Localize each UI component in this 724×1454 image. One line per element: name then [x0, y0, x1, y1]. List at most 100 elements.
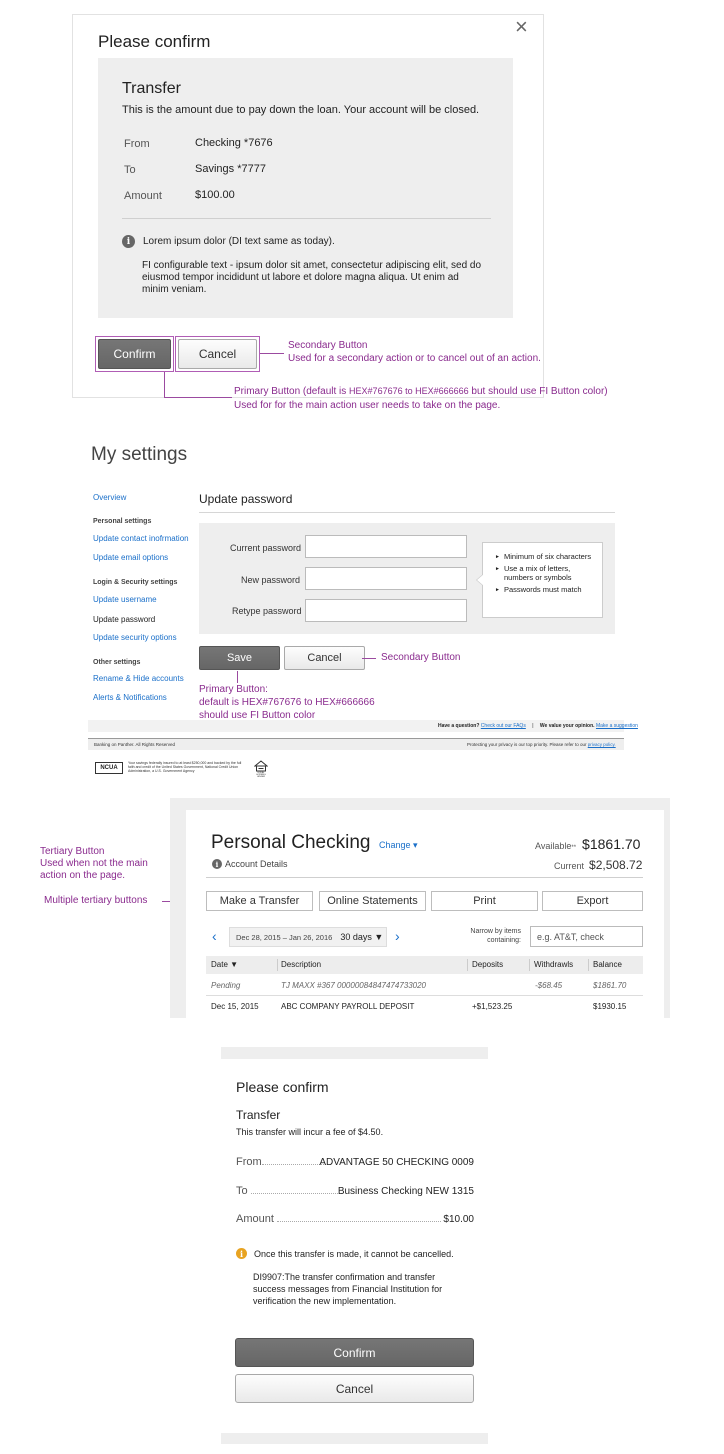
hint-text: Use a mix of letters, numbers or symbols [504, 564, 572, 582]
cancel-button-2[interactable]: Cancel [235, 1374, 474, 1403]
cancel-password-button[interactable]: Cancel [284, 646, 365, 670]
account-title-row: Personal Checking Change ▾ [211, 832, 417, 854]
section-title: Update password [199, 492, 293, 506]
change-link[interactable]: Change ▾ [379, 840, 418, 850]
privacy-text: Protecting your privacy is our top prior… [467, 742, 587, 747]
current-row: Current $2,508.72 [554, 858, 642, 872]
annot-secondary-desc: Used for a secondary action or to cancel… [288, 353, 541, 364]
annot-primary-a: Primary Button (default is [234, 386, 350, 397]
notice-row: i Lorem ipsum dolor (DI text same as tod… [122, 235, 335, 248]
current-password-input[interactable] [305, 535, 467, 558]
export-button[interactable]: Export [542, 891, 643, 911]
col-balance[interactable]: Balance [593, 960, 622, 969]
notice-row-2: i Once this transfer is made, it cannot … [236, 1248, 454, 1259]
table-row[interactable] [206, 997, 643, 1017]
make-transfer-button[interactable]: Make a Transfer [206, 891, 313, 911]
narrow-search-input[interactable]: e.g. AT&T, check [530, 926, 643, 947]
to-label: To [124, 164, 136, 176]
annot-secondary-title: Secondary Button [288, 340, 368, 351]
hint-item: ► Minimum of six characters [495, 552, 592, 561]
available-label: Available [535, 841, 572, 851]
ncua-text: Your savings federally insured to at lea… [128, 761, 242, 773]
current-password-label: Current password [230, 543, 302, 553]
hint-item: ► Use a mix of letters, numbers or symbol… [495, 564, 572, 582]
hint-text: Passwords must match [504, 585, 582, 594]
print-button[interactable]: Print [431, 891, 538, 911]
to-value: Savings *7777 [195, 163, 266, 175]
amount-label-2: Amount [236, 1213, 274, 1225]
sidebar-item-overview[interactable]: Overview [93, 493, 126, 502]
close-icon[interactable]: × [515, 16, 528, 38]
confirm-button-2[interactable]: Confirm [235, 1338, 474, 1367]
col-deposits[interactable]: Deposits [472, 960, 503, 969]
col-date[interactable]: Date ▼ [211, 960, 238, 969]
date-range-text: Dec 28, 2015 – Jan 26, 2016 [236, 932, 333, 942]
dotted-leader [251, 1193, 342, 1194]
sep: | [532, 723, 534, 729]
sidebar-heading-personal: Personal settings [93, 518, 152, 525]
suggestion-link[interactable]: Make a suggestion [596, 723, 638, 729]
annot-line [260, 353, 284, 354]
notice-text: Lorem ipsum dolor (DI text same as today… [143, 236, 335, 247]
narrow-label-1: Narrow by items [470, 928, 521, 935]
sidebar-item-password[interactable]: Update password [93, 615, 155, 624]
online-statements-button[interactable]: Online Statements [319, 891, 426, 911]
col-sep [467, 959, 468, 971]
warning-info-icon: i [236, 1248, 247, 1259]
divider [122, 218, 491, 219]
faqs-link[interactable]: Check out our FAQs [481, 723, 526, 729]
sidebar-item-username[interactable]: Update username [93, 595, 157, 604]
col-sep [588, 959, 589, 971]
current-value: $2,508.72 [589, 858, 643, 872]
retype-password-label: Retype password [232, 606, 302, 616]
hint-item: ► Passwords must match [495, 585, 582, 594]
annot-line [237, 671, 238, 683]
sidebar-item-contact[interactable]: Update contact inofrmation [93, 534, 189, 543]
prev-period-icon[interactable]: ‹ [212, 929, 217, 943]
annot-primary-c: but should use FI Button color) [468, 386, 608, 397]
save-button[interactable]: Save [199, 646, 280, 670]
hints-pointer-fill [477, 574, 484, 586]
col-description[interactable]: Description [281, 960, 321, 969]
new-password-input[interactable] [305, 567, 467, 590]
annot-line [362, 658, 376, 659]
to-label-2: To [236, 1185, 248, 1197]
feedback-row: Have a question? Check out our FAQs | We… [438, 723, 638, 729]
next-period-icon[interactable]: › [395, 929, 400, 943]
sidebar-item-email[interactable]: Update email options [93, 553, 168, 562]
sidebar-item-security[interactable]: Update security options [93, 633, 177, 642]
col-withdrawals[interactable]: Withdrawls [534, 960, 573, 969]
confirm-button[interactable]: Confirm [98, 339, 171, 369]
row-desc: TJ MAXX #367 00000084847474733020 [281, 981, 427, 990]
annot-primary-desc: Used for for the main action user needs … [234, 400, 501, 411]
privacy-link[interactable]: privacy policy. [588, 742, 616, 747]
annot-primary-hex: HEX#767676 to HEX#666666 [349, 386, 469, 396]
sidebar-item-rename[interactable]: Rename & Hide accounts [93, 674, 184, 683]
amount-value-2: $10.00 [443, 1214, 474, 1225]
col-sep [529, 959, 530, 971]
row-desc: ABC COMPANY PAYROLL DEPOSIT [281, 1002, 415, 1011]
cancel-button[interactable]: Cancel [178, 339, 257, 369]
dialog2-title: Please confirm [236, 1079, 329, 1095]
from-value: Checking *7676 [195, 137, 273, 149]
sidebar-item-alerts[interactable]: Alerts & Notifications [93, 693, 167, 702]
annot-multiple: Multiple tertiary buttons [44, 895, 148, 906]
retype-password-input[interactable] [305, 599, 467, 622]
banking-text: Banking on Panther. All Rights Reserved [94, 742, 176, 747]
search-placeholder: e.g. AT&T, check [537, 931, 604, 942]
available-mark: ** [571, 845, 577, 851]
date-range-picker[interactable]: Dec 28, 2015 – Jan 26, 2016 30 days ▼ [229, 927, 387, 947]
settings-title: My settings [91, 444, 188, 465]
col-sep [277, 959, 278, 971]
period-select[interactable]: 30 days ▼ [340, 932, 383, 942]
transfer-heading: Transfer [122, 80, 181, 97]
from-label-2: From [236, 1156, 264, 1168]
opinion-text: We value your opinion. [539, 723, 595, 729]
header-divider [206, 877, 643, 878]
available-value: $1861.70 [582, 836, 641, 852]
section-divider [199, 512, 615, 513]
notice-text-2: Once this transfer is made, it cannot be… [254, 1248, 454, 1259]
narrow-label-2: containing: [487, 937, 521, 944]
info-icon: i [212, 859, 222, 869]
account-details-row[interactable]: i Account Details [212, 859, 288, 869]
